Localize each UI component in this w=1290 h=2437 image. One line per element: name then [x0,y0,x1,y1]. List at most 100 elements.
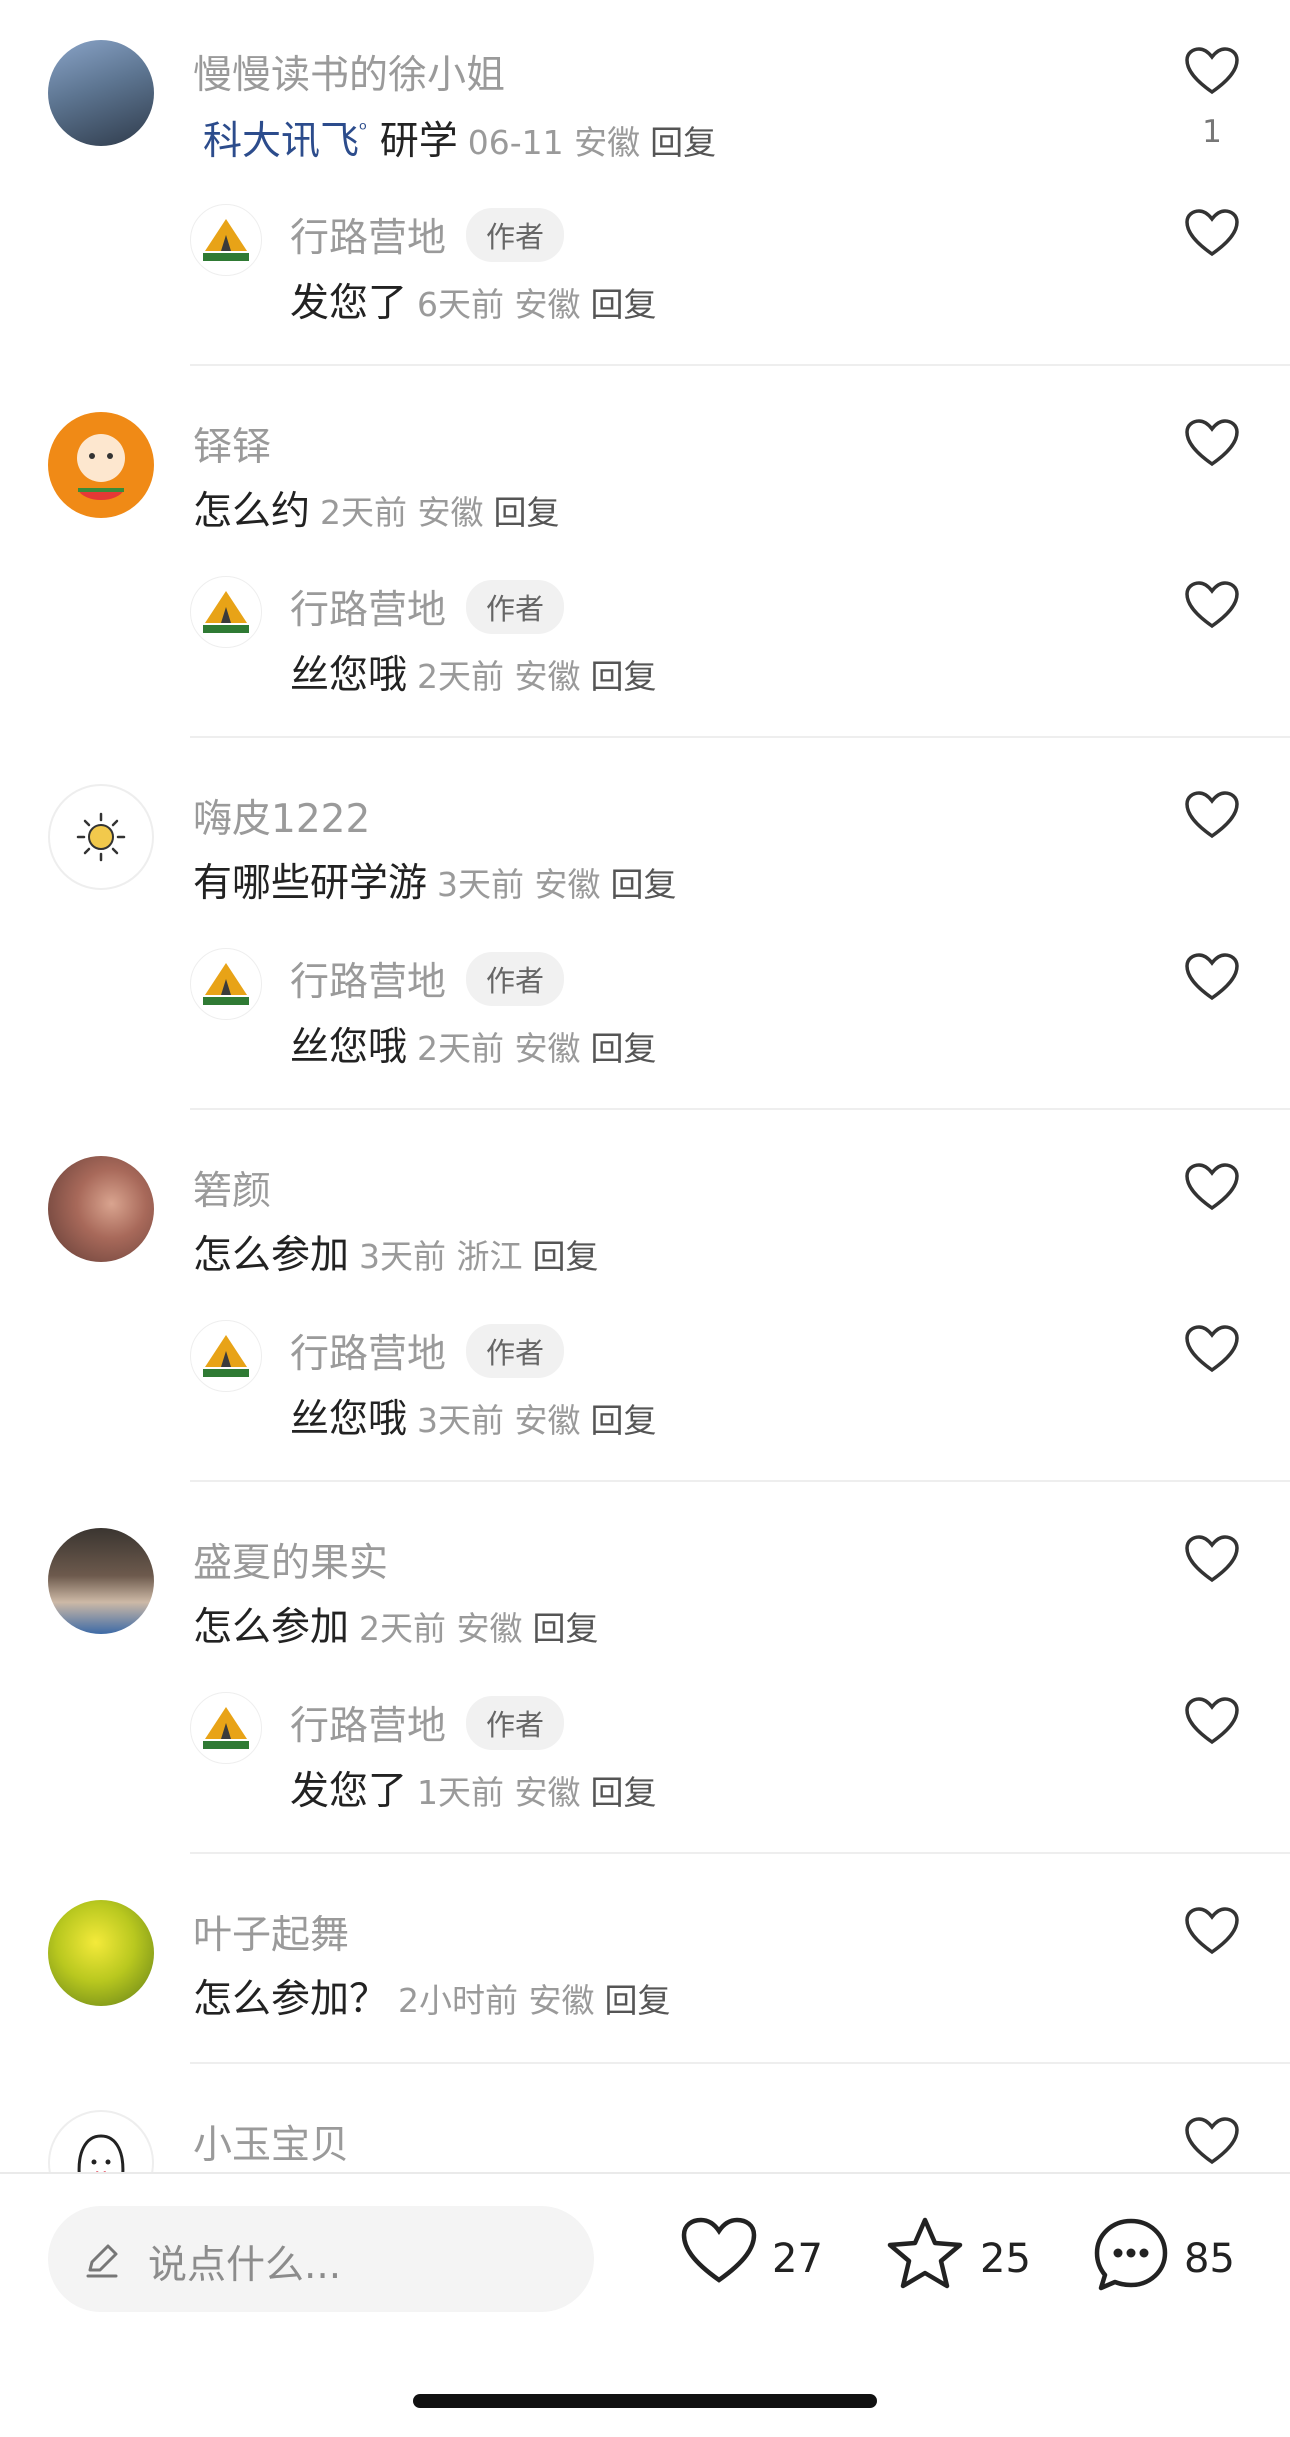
comment-input-placeholder: 说点什么... [148,2243,342,2288]
heart-icon[interactable] [1184,790,1240,840]
heart-icon[interactable] [1184,2116,1240,2166]
heart-icon[interactable] [1184,1534,1240,1584]
tent-logo-icon [203,963,249,1005]
reply-username[interactable]: 行路营地 作者 [290,1695,565,1751]
reply-button[interactable]: 回复 [591,657,657,696]
comment-time: 06-11 [467,123,564,162]
pencil-icon [86,2244,118,2278]
reply-username[interactable]: 行路营地 作者 [290,951,565,1007]
comment-username[interactable]: 慢慢读书的徐小姐 [193,44,505,100]
comment-username[interactable]: 嗨皮1222 [193,788,370,844]
search-keyword-link[interactable]: 科大讯飞 [203,119,359,164]
divider [190,1480,1290,1482]
author-badge: 作者 [466,952,565,1006]
heart-icon[interactable] [1184,1162,1240,1212]
sun-icon [76,812,126,862]
reply-button[interactable]: 回复 [591,285,657,324]
comment-item: 箬颜 怎么参加 3天前 浙江 回复 行路营地 作者 丝您哦 3天前 安徽 回复 [0,1116,1290,1488]
reply-button[interactable]: 回复 [494,493,560,532]
comment-username[interactable]: 小玉宝贝 [193,2114,349,2170]
reply-text: 丝您哦 3天前 安徽 回复 [290,1397,657,1442]
heart-icon[interactable] [1184,1324,1240,1374]
chat-bubble-icon [1094,2218,1168,2291]
reply-text: 发您了 1天前 安徽 回复 [290,1769,657,1814]
divider [190,1852,1290,1854]
comment-list[interactable]: 慢慢读书的徐小姐 科大讯飞ᵒ 研学 06-11 安徽 回复 1 行路营地 作者 发您了… [0,0,1290,2172]
comment-username[interactable]: 铎铎 [193,416,271,472]
avatar[interactable] [48,412,154,518]
reply-button[interactable]: 回复 [591,1029,657,1068]
reply-username[interactable]: 行路营地 作者 [290,1323,565,1379]
comment-text: 有哪些研学游 3天前 安徽 回复 [193,861,677,906]
comment-item: 叶子起舞 怎么参加？ 2小时前 安徽 回复 [0,1860,1290,2070]
reply-username[interactable]: 行路营地 作者 [290,207,565,263]
comment-item: 铎铎 怎么约 2天前 安徽 回复 行路营地 作者 丝您哦 2天前 安徽 回复 [0,372,1290,744]
comment-item: 嗨皮1222 有哪些研学游 3天前 安徽 回复 行路营地 作者 丝您哦 2天前 安徽 回复 [0,744,1290,1116]
heart-icon[interactable] [1184,1696,1240,1746]
avatar[interactable] [48,1156,154,1262]
search-tag[interactable]: 研学 [380,119,458,164]
avatar[interactable] [48,784,154,890]
reply-button[interactable]: 回复 [533,1237,599,1276]
avatar[interactable] [48,40,154,146]
comment-username[interactable]: 盛夏的果实 [193,1532,388,1588]
comment-item: 小玉宝贝 [0,2070,1290,2172]
tent-logo-icon [203,591,249,633]
divider [190,736,1290,738]
favorite-button[interactable]: 25 [886,2216,1046,2296]
like-button[interactable]: 27 [680,2216,840,2296]
like-count: 1 [1202,114,1222,150]
avatar[interactable] [48,1528,154,1634]
reply-button[interactable]: 回复 [591,1401,657,1440]
comment-text: 怎么参加？ 2小时前 安徽 回复 [193,1977,671,2022]
author-avatar[interactable] [190,204,262,276]
reply-button[interactable]: 回复 [591,1773,657,1812]
comment-text: 怎么参加 2天前 安徽 回复 [193,1605,599,1650]
reply-text: 丝您哦 2天前 安徽 回复 [290,653,657,698]
heart-icon[interactable] [1184,952,1240,1002]
heart-icon[interactable] [1184,580,1240,630]
heart-icon[interactable] [1184,1906,1240,1956]
author-badge: 作者 [466,1696,565,1750]
comment-item: 慢慢读书的徐小姐 科大讯飞ᵒ 研学 06-11 安徽 回复 1 行路营地 作者 发您了… [0,0,1290,372]
reply-username[interactable]: 行路营地 作者 [290,579,565,635]
avatar[interactable] [48,1900,154,2006]
divider [190,364,1290,366]
divider [190,1108,1290,1110]
comment-username[interactable]: 叶子起舞 [193,1904,349,1960]
tent-logo-icon [203,1707,249,1749]
heart-icon[interactable] [1184,46,1240,96]
author-avatar[interactable] [190,576,262,648]
author-badge: 作者 [466,1324,565,1378]
heart-icon[interactable] [1184,208,1240,258]
star-outline-icon [887,2217,963,2289]
reply-button[interactable]: 回复 [611,865,677,904]
like-count: 27 [772,2236,823,2282]
author-badge: 作者 [466,580,565,634]
reply-button[interactable]: 回复 [533,1609,599,1648]
author-badge: 作者 [466,208,565,262]
comment-item: 盛夏的果实 怎么参加 2天前 安徽 回复 行路营地 作者 发您了 1天前 安徽 回复 [0,1488,1290,1860]
author-avatar[interactable] [190,1320,262,1392]
comment-username[interactable]: 箬颜 [193,1160,271,1216]
comment-button[interactable]: 85 [1092,2216,1262,2296]
avatar[interactable] [48,2110,154,2172]
heart-icon[interactable] [1184,418,1240,468]
tent-logo-icon [203,219,249,261]
comment-location: 安徽 [574,123,641,162]
reply-button[interactable]: 回复 [605,1981,671,2020]
comment-input[interactable]: 说点什么... [48,2206,594,2312]
comment-text: 怎么约 2天前 安徽 回复 [193,489,560,534]
search-icon: ᵒ [359,117,368,141]
reply-text: 发您了 6天前 安徽 回复 [290,281,657,326]
reply-button[interactable]: 回复 [650,123,716,162]
comment-text: 科大讯飞ᵒ 研学 06-11 安徽 回复 [203,110,716,166]
home-indicator[interactable] [413,2394,877,2408]
author-avatar[interactable] [190,948,262,1020]
favorite-count: 25 [980,2236,1031,2282]
comment-text: 怎么参加 3天前 浙江 回复 [193,1233,599,1278]
author-avatar[interactable] [190,1692,262,1764]
cartoon-avatar-icon [77,434,125,501]
tent-logo-icon [203,1335,249,1377]
reply-text: 丝您哦 2天前 安徽 回复 [290,1025,657,1070]
